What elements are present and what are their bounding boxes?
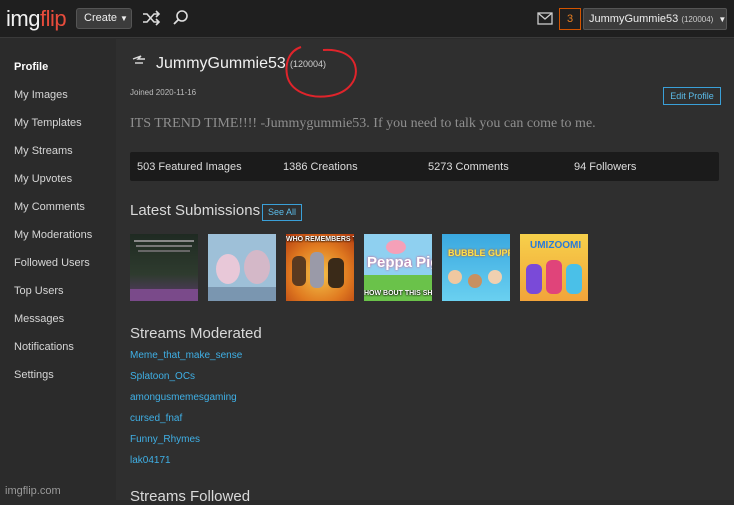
chevron-down-icon: ▼: [120, 14, 128, 23]
sidebar-item-my-templates[interactable]: My Templates: [14, 117, 82, 129]
sidebar-item-notifications[interactable]: Notifications: [14, 341, 74, 353]
sidebar-item-my-upvotes[interactable]: My Upvotes: [14, 173, 72, 185]
see-all-button[interactable]: See All: [262, 204, 302, 221]
thumb-peppa-pig[interactable]: Peppa Pig HOW BOUT THIS SHOW: [364, 234, 432, 301]
profile-stats-bar: 503 Featured Images 1386 Creations 5273 …: [130, 152, 719, 181]
create-button[interactable]: Create ▼: [76, 8, 132, 29]
sidebar-item-profile[interactable]: Profile: [14, 61, 48, 73]
stat-followers[interactable]: 94 Followers: [574, 161, 636, 173]
notification-count-badge[interactable]: 3: [559, 8, 581, 30]
edit-profile-button[interactable]: Edit Profile: [663, 87, 721, 105]
sidebar-item-my-streams[interactable]: My Streams: [14, 145, 73, 157]
joined-date: Joined 2020-11-16: [130, 88, 197, 97]
rank-icon: [132, 55, 145, 64]
sidebar: Profile My Images My Templates My Stream…: [0, 39, 116, 500]
sidebar-item-settings[interactable]: Settings: [14, 369, 54, 381]
streams-followed-title: Streams Followed: [130, 488, 251, 505]
sidebar-item-my-comments[interactable]: My Comments: [14, 201, 85, 213]
streams-moderated-title: Streams Moderated: [130, 325, 262, 342]
profile-points: (120004): [290, 59, 327, 69]
stream-link[interactable]: Funny_Rhymes: [130, 434, 200, 445]
stat-featured-images[interactable]: 503 Featured Images: [137, 161, 242, 173]
sidebar-item-messages[interactable]: Messages: [14, 313, 64, 325]
stream-link[interactable]: cursed_fnaf: [130, 413, 182, 424]
shuffle-icon[interactable]: [141, 9, 161, 27]
sidebar-item-my-images[interactable]: My Images: [14, 89, 68, 101]
top-navbar: imgflip Create ▼ 3 JummyGummie53 (120004)…: [0, 0, 734, 38]
search-icon[interactable]: [172, 9, 190, 27]
stream-link[interactable]: Meme_that_make_sense: [130, 350, 242, 361]
stream-link[interactable]: lak04171: [130, 455, 171, 466]
stream-link[interactable]: Splatoon_OCs: [130, 371, 195, 382]
thumb-text-meme[interactable]: [130, 234, 198, 301]
profile-main: JummyGummie53 (120004) Joined 2020-11-16…: [116, 39, 734, 505]
imgflip-logo[interactable]: imgflip: [6, 6, 67, 32]
latest-submissions-title: Latest Submissions: [130, 202, 261, 219]
stat-creations[interactable]: 1386 Creations: [283, 161, 358, 173]
chevron-down-icon: ▼: [718, 15, 727, 24]
user-menu-button[interactable]: JummyGummie53 (120004) ▼: [583, 8, 727, 30]
mail-icon[interactable]: [537, 12, 553, 25]
thumb-looney-tunes[interactable]: WHO REMEMBERS THIS: [286, 234, 354, 301]
profile-bio: ITS TREND TIME!!!! -Jummygummie53. If yo…: [130, 116, 596, 131]
red-annotation-circle: [285, 46, 357, 98]
stream-link[interactable]: amongusmemesgaming: [130, 392, 237, 403]
sidebar-item-my-moderations[interactable]: My Moderations: [14, 229, 92, 241]
profile-username: JummyGummie53: [156, 55, 286, 72]
thumb-bubble-guppies[interactable]: BUBBLE GUPPIES: [442, 234, 510, 301]
footer-site-link[interactable]: imgflip.com: [5, 485, 61, 497]
sidebar-item-followed-users[interactable]: Followed Users: [14, 257, 90, 269]
sidebar-item-top-users[interactable]: Top Users: [14, 285, 64, 297]
thumb-pinky-brain[interactable]: [208, 234, 276, 301]
thumb-team-umizoomi[interactable]: UMIZOOMI: [520, 234, 588, 301]
stat-comments[interactable]: 5273 Comments: [428, 161, 509, 173]
